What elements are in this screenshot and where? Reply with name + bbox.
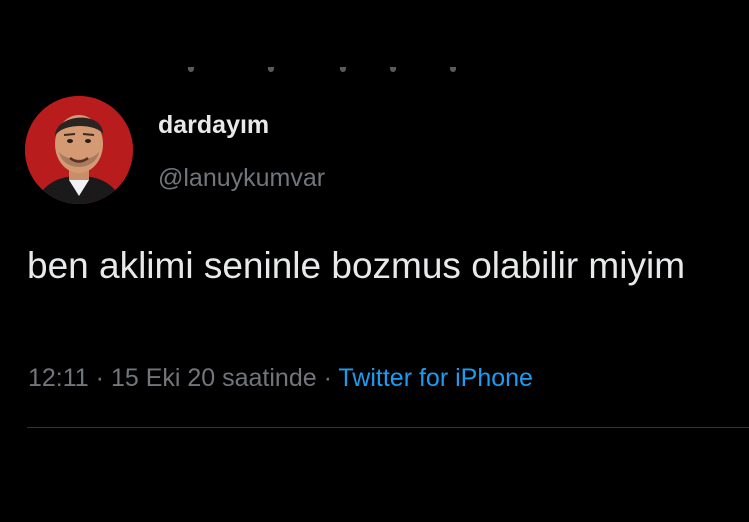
tweet-meta: 12:11 · 15 Eki 20 saatinde · Twitter for…	[28, 364, 533, 393]
tweet-date[interactable]: 15 Eki 20 saatinde	[111, 364, 317, 392]
tweet-text: ben aklimi seninle bozmus olabilir miyim	[27, 245, 686, 286]
display-name[interactable]: dardayım	[158, 111, 269, 140]
avatar-image	[25, 96, 133, 204]
previous-tweet-cutoff	[180, 58, 480, 72]
tweet-source-link[interactable]: Twitter for iPhone	[338, 364, 533, 392]
meta-separator: ·	[88, 364, 111, 392]
user-handle[interactable]: @lanuykumvar	[158, 164, 325, 193]
tweet-time[interactable]: 12:11	[28, 364, 89, 392]
divider	[27, 427, 749, 428]
meta-separator: ·	[316, 364, 339, 392]
avatar[interactable]	[25, 96, 133, 204]
